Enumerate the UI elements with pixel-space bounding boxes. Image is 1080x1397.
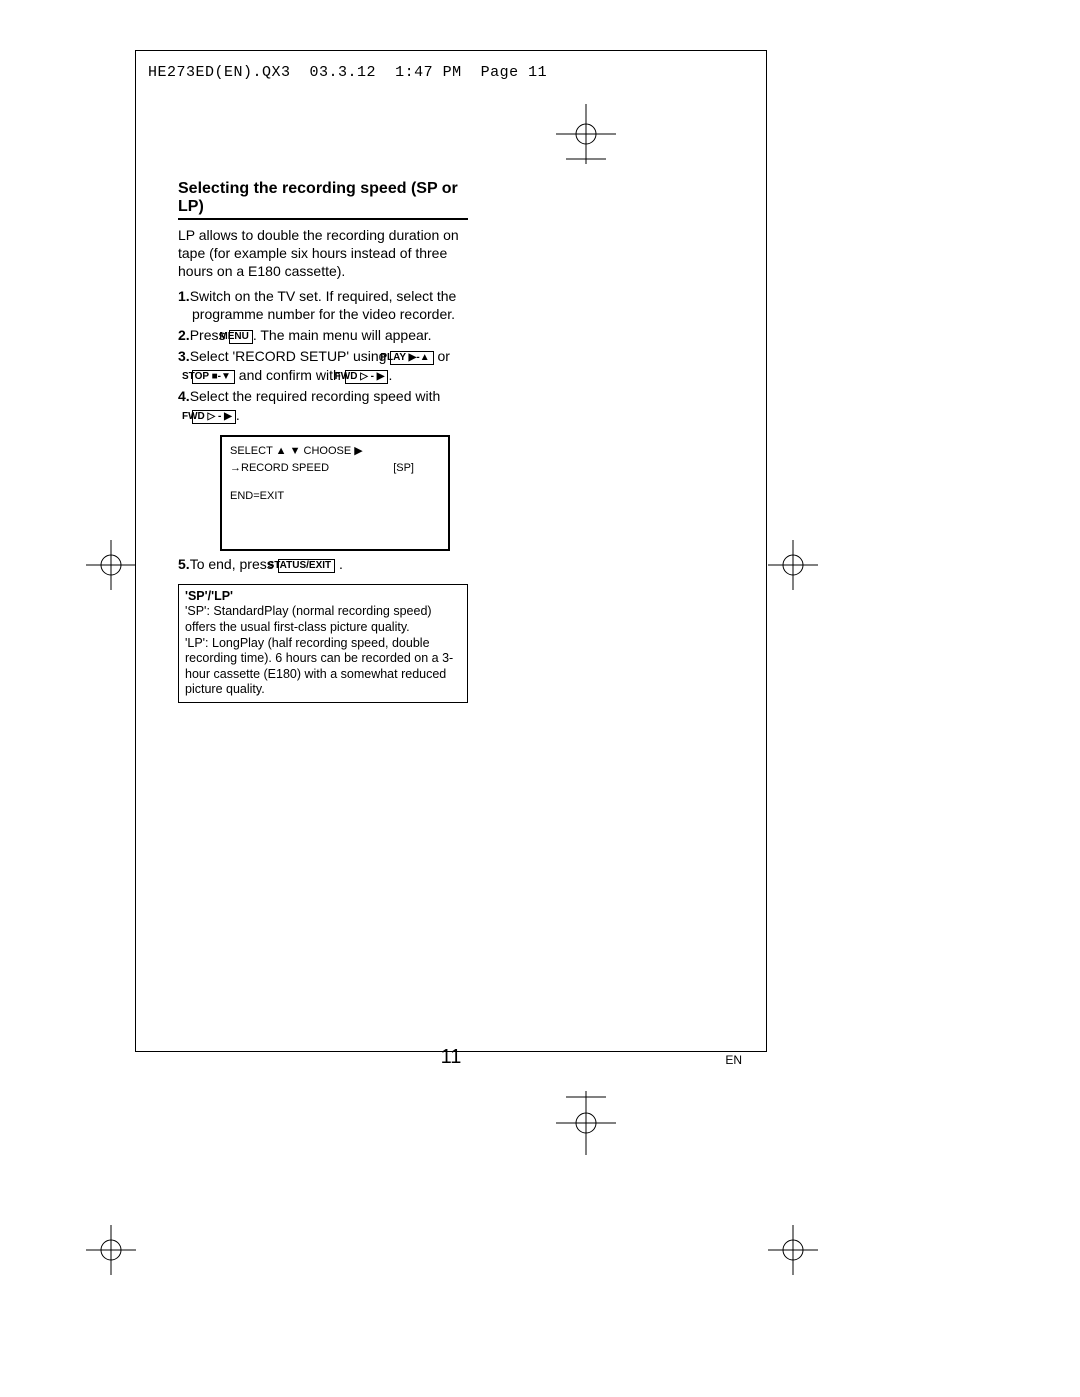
registration-mark-right-bottom — [768, 1225, 818, 1275]
doc-id: HE273ED(EN).QX3 — [148, 64, 291, 81]
step-text-mid: or — [434, 348, 450, 364]
registration-mark-bottom — [556, 1091, 616, 1155]
step-text-pre: To end, press — [190, 556, 278, 572]
step-5: 5.To end, press STATUS/EXIT . — [192, 555, 468, 574]
osd-record-label: →RECORD SPEED — [230, 462, 329, 474]
section-title: Selecting the recording speed (SP or LP) — [178, 180, 468, 220]
step-text-post: . — [335, 556, 343, 572]
doc-date: 03.3.12 — [310, 64, 377, 81]
step-text-mid2: and confirm with — [235, 367, 345, 383]
sp-lp-infobox: 'SP'/'LP' 'SP': StandardPlay (normal rec… — [178, 584, 468, 703]
step-text-post: . The main menu will appear. — [253, 327, 432, 343]
step-text-pre: Select the required recording speed with — [190, 388, 441, 404]
language-label: EN — [725, 1053, 742, 1067]
osd-screen: SELECT ▲ ▼ CHOOSE ▶ →RECORD SPEED [SP] E… — [220, 435, 450, 551]
step-1: 1.Switch on the TV set. If required, sel… — [192, 287, 468, 325]
osd-exit: END=EXIT — [230, 488, 440, 506]
stop-key: STOP ■-▼ — [192, 370, 235, 384]
osd-record-row: →RECORD SPEED [SP] — [230, 460, 440, 478]
fwd-key: FWD ▷ - ▶ — [192, 410, 236, 424]
print-header: HE273ED(EN).QX3 03.3.12 1:47 PM Page 11 — [148, 64, 547, 81]
fwd-key: FWD ▷ - ▶ — [345, 370, 389, 384]
step-4: 4.Select the required recording speed wi… — [192, 387, 468, 425]
registration-mark-left-bottom — [86, 1225, 136, 1275]
step-number: 1. — [178, 288, 190, 304]
step-number: 4. — [178, 388, 190, 404]
registration-mark-left — [86, 540, 136, 590]
doc-time: 1:47 PM — [395, 64, 462, 81]
steps-list: 1.Switch on the TV set. If required, sel… — [178, 287, 468, 425]
osd-record-value: [SP] — [393, 460, 414, 478]
step-number: 3. — [178, 348, 190, 364]
menu-key: MENU — [229, 330, 252, 344]
content-column: Selecting the recording speed (SP or LP)… — [178, 180, 468, 703]
osd-select-row: SELECT ▲ ▼ CHOOSE ▶ — [230, 443, 440, 461]
step-3: 3.Select 'RECORD SETUP' using PLAY ▶-▲ o… — [192, 347, 468, 385]
step-text-post: . — [236, 407, 240, 423]
section-intro: LP allows to double the recording durati… — [178, 226, 468, 281]
infobox-title: 'SP'/'LP' — [185, 589, 461, 605]
status-exit-key: STATUS/EXIT — [278, 559, 336, 573]
step-2: 2.Press MENU. The main menu will appear. — [192, 326, 468, 345]
play-key: PLAY ▶-▲ — [390, 351, 433, 365]
page-number: 11 — [136, 1046, 766, 1069]
registration-mark-top — [556, 104, 616, 164]
infobox-body: 'SP': StandardPlay (normal recording spe… — [185, 604, 461, 698]
registration-mark-right — [768, 540, 818, 590]
step-number: 2. — [178, 327, 190, 343]
step-text-post: . — [388, 367, 392, 383]
doc-page: Page 11 — [481, 64, 548, 81]
step-text-pre: Select 'RECORD SETUP' using — [190, 348, 391, 364]
steps-list-2: 5.To end, press STATUS/EXIT . — [178, 555, 468, 574]
step-text: Switch on the TV set. If required, selec… — [190, 288, 457, 323]
step-number: 5. — [178, 556, 190, 572]
